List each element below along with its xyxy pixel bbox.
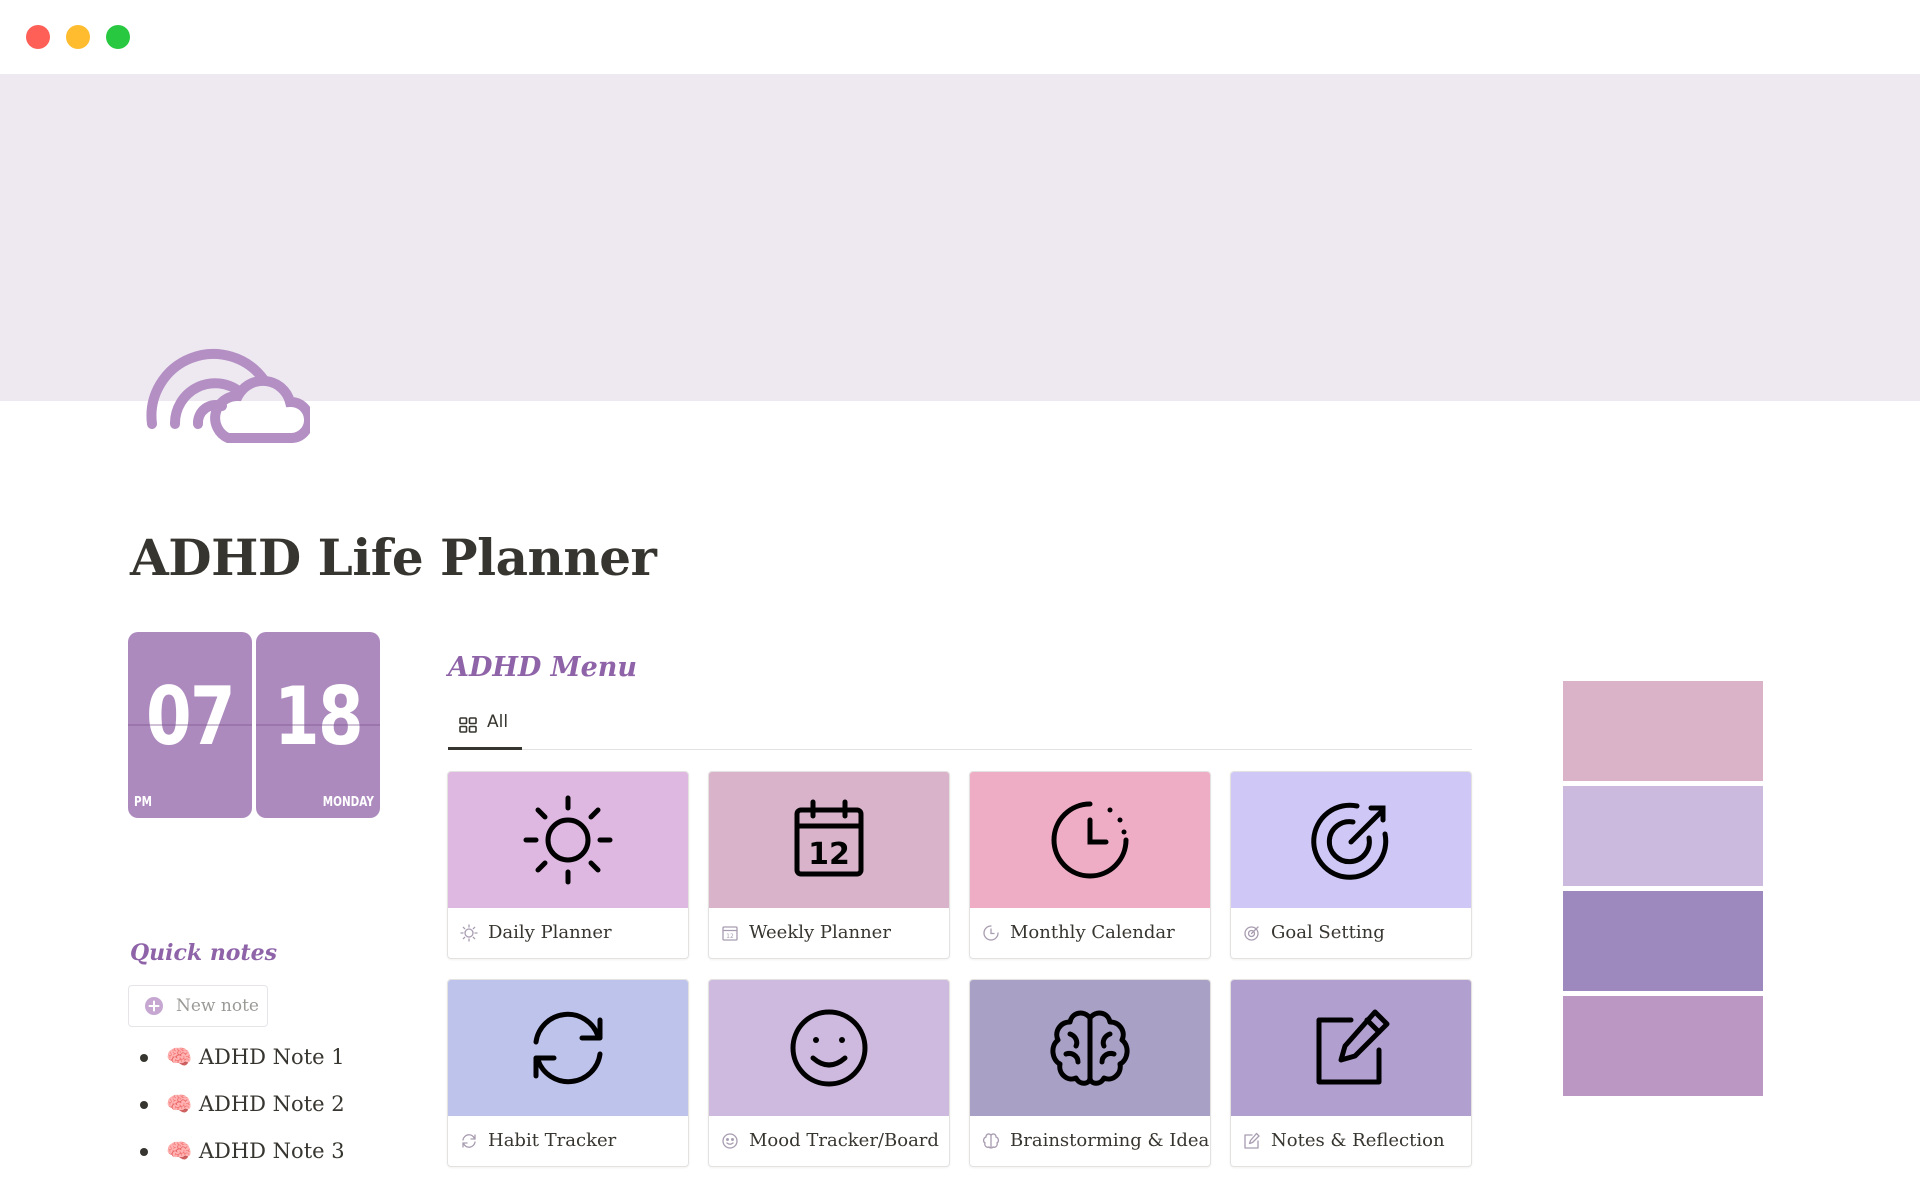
card-cover [448,980,688,1116]
plus-circle-icon [145,997,163,1015]
card-mood-tracker[interactable]: Mood Tracker/Board [708,979,950,1167]
card-caption: Mood Tracker/Board [721,1130,939,1151]
clock-icon [982,924,1000,942]
card-caption: Monthly Calendar [982,922,1175,943]
tab-all[interactable]: All [448,704,522,750]
clock-minute-panel: 18 MONDAY [256,632,380,818]
clock-weekday: MONDAY [322,795,374,810]
card-label: Goal Setting [1271,922,1385,943]
note-label: ADHD Note 1 [198,1045,345,1069]
card-brainstorming[interactable]: Brainstorming & Ideas [969,979,1211,1167]
color-swatch [1563,786,1763,886]
card-label: Brainstorming & Ideas [1010,1130,1211,1151]
card-cover: 12 [709,772,949,908]
list-item[interactable]: 🧠 ADHD Note 3 [140,1128,345,1175]
clock-hour-panel: 07 PM [128,632,252,818]
card-caption: Brainstorming & Ideas [982,1130,1211,1151]
smile-icon [790,1009,868,1087]
clock-hour: 07 [145,670,236,763]
brain-icon [982,1132,1000,1150]
card-caption: Habit Tracker [460,1130,616,1151]
close-window-button[interactable] [26,25,50,49]
flip-divider [128,724,252,726]
card-cover [1231,772,1471,908]
clock-period: PM [134,795,152,810]
card-cover [1231,980,1471,1116]
svg-text:12: 12 [808,837,850,872]
edit-note-icon [1316,1009,1390,1085]
sun-icon [460,923,478,942]
bullet [140,1100,148,1109]
card-habit-tracker[interactable]: Habit Tracker [447,979,689,1167]
card-cover [709,980,949,1116]
tab-all-label: All [487,712,509,732]
color-swatch [1563,891,1763,991]
note-text: 🧠 ADHD Note 3 [166,1139,345,1164]
card-weekly-planner[interactable]: 12 12 Weekly Planner [708,771,950,959]
target-icon [1243,924,1261,942]
card-caption: Daily Planner [460,922,612,943]
card-label: Mood Tracker/Board [749,1130,939,1151]
rainbow-cloud-icon[interactable] [142,334,315,446]
color-swatch [1563,996,1763,1096]
quick-notes-list: 🧠 ADHD Note 1 🧠 ADHD Note 2 🧠 ADHD Note … [140,1034,345,1175]
card-goal-setting[interactable]: Goal Setting [1230,771,1472,959]
menu-heading: ADHD Menu [448,652,638,683]
card-label: Monthly Calendar [1010,922,1175,943]
card-daily-planner[interactable]: Daily Planner [447,771,689,959]
calendar-12-icon: 12 [794,799,864,877]
page-title[interactable]: ADHD Life Planner [130,528,657,587]
refresh-icon [460,1132,478,1150]
note-text: 🧠 ADHD Note 2 [166,1092,345,1117]
smile-icon [721,1132,739,1150]
card-caption: 12 Weekly Planner [721,922,891,943]
new-note-button[interactable]: New note [128,985,268,1027]
clock-icon [1051,801,1129,879]
svg-text:12: 12 [726,933,734,940]
card-cover [448,772,688,908]
brain-emoji-icon: 🧠 [166,1045,193,1069]
minimize-window-button[interactable] [66,25,90,49]
brain-icon [1050,1010,1130,1086]
refresh-icon [533,1011,603,1085]
card-label: Notes & Reflection [1271,1130,1445,1151]
maximize-window-button[interactable] [106,25,130,49]
card-notes-reflection[interactable]: Notes & Reflection [1230,979,1472,1167]
card-cover [970,980,1210,1116]
brain-emoji-icon: 🧠 [166,1139,193,1163]
card-caption: Goal Setting [1243,922,1385,943]
color-swatch [1563,681,1763,781]
new-note-label: New note [176,996,259,1016]
bullet [140,1053,148,1062]
edit-note-icon [1243,1132,1261,1150]
card-label: Habit Tracker [488,1130,617,1151]
clock-minute: 18 [273,670,364,763]
card-label: Daily Planner [488,922,612,943]
calendar-12-icon: 12 [721,924,739,942]
note-label: ADHD Note 3 [198,1139,345,1163]
flip-divider [256,724,380,726]
bullet [140,1147,148,1156]
sun-icon [523,795,613,885]
card-label: Weekly Planner [749,922,891,943]
window-titlebar [0,0,1920,74]
quick-notes-heading: Quick notes [130,940,278,966]
target-icon [1311,802,1389,880]
note-text: 🧠 ADHD Note 1 [166,1045,345,1070]
brain-emoji-icon: 🧠 [166,1092,193,1116]
view-tabbar: All [448,704,1472,750]
list-item[interactable]: 🧠 ADHD Note 2 [140,1081,345,1128]
card-monthly-calendar[interactable]: Monthly Calendar [969,771,1211,959]
card-cover [970,772,1210,908]
gallery-grid-icon [459,717,477,733]
list-item[interactable]: 🧠 ADHD Note 1 [140,1034,345,1081]
card-caption: Notes & Reflection [1243,1130,1445,1151]
note-label: ADHD Note 2 [198,1092,345,1116]
